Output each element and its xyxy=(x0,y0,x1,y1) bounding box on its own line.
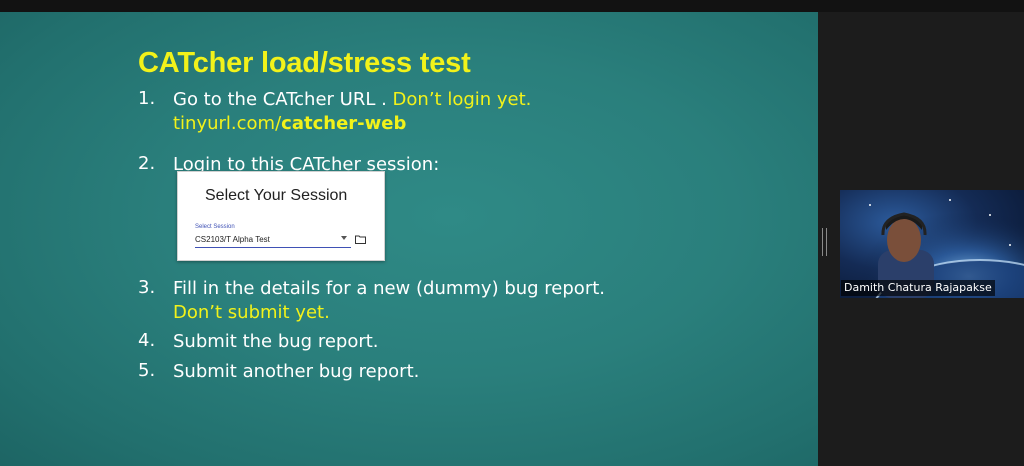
presentation-slide: CATcher load/stress test 1. Go to the CA… xyxy=(0,12,818,466)
list-number: 1. xyxy=(138,88,156,109)
session-select-card: Select Your Session Select Session CS210… xyxy=(177,171,385,261)
list-text: Submit the bug report. xyxy=(173,331,379,352)
list-number: 4. xyxy=(138,330,156,351)
list-text: Go to the CATcher URL . xyxy=(173,89,393,110)
resize-handle[interactable] xyxy=(822,228,827,256)
list-text: Fill in the details for a new (dummy) bu… xyxy=(173,278,605,299)
folder-icon[interactable] xyxy=(355,235,366,244)
list-number: 3. xyxy=(138,277,156,298)
dropdown-arrow-icon[interactable] xyxy=(341,236,347,240)
top-bar xyxy=(0,0,1024,12)
select-underline xyxy=(195,247,351,248)
session-field-label: Select Session xyxy=(195,224,235,230)
session-select[interactable]: CS2103/T Alpha Test xyxy=(195,235,270,244)
list-number: 5. xyxy=(138,360,156,381)
list-number: 2. xyxy=(138,153,156,174)
list-highlight-text: Don’t submit yet. xyxy=(173,302,330,323)
participant-name-label: Damith Chatura Rajapakse xyxy=(841,280,995,296)
list-highlight-text: Don’t login yet. xyxy=(392,89,532,110)
catcher-url-link[interactable]: tinyurl.com/catcher-web xyxy=(173,112,531,136)
list-text: Submit another bug report. xyxy=(173,361,420,382)
slide-title: CATcher load/stress test xyxy=(138,47,471,79)
card-title: Select Your Session xyxy=(205,187,348,204)
